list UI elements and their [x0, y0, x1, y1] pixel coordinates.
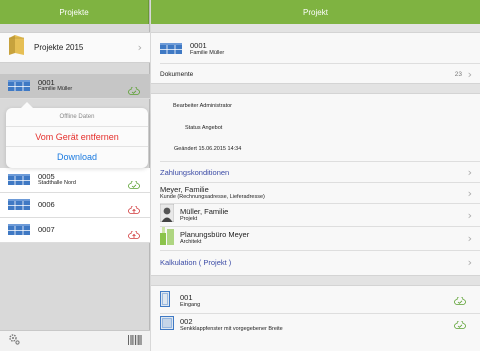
popover-title: Offline Daten — [59, 114, 95, 120]
building-icon — [8, 173, 30, 187]
position-name: Senkklappfenster mit vorgegebener Breite — [180, 326, 283, 333]
chevron-right-icon: › — [467, 165, 472, 179]
position-row[interactable]: 001 Eingang — [151, 290, 480, 312]
projects-pane: Projekte Projekte 2015 › 0001 Familie Mü… — [0, 0, 150, 351]
folder-label: Projekte 2015 — [34, 43, 84, 52]
projects-title: Projekte — [59, 7, 89, 17]
project-name: Familie Müller — [190, 50, 225, 57]
building-icon — [160, 42, 182, 56]
position-number: 002 — [180, 316, 193, 326]
project-detail-pane: Projekt 0001 Familie Müller Dokumente 23… — [151, 0, 480, 351]
chevron-right-icon: › — [467, 255, 472, 269]
changed-info: Geändert 15.06.2015 14:34 — [174, 146, 242, 152]
chevron-right-icon: › — [467, 208, 472, 222]
position-number: 001 — [180, 292, 193, 302]
chevron-right-icon: › — [467, 231, 472, 245]
project-info-section: Bearbeiter Administrator Status Angebot … — [151, 93, 480, 276]
remove-from-device-button[interactable]: Vom Gerät entfernen — [6, 126, 148, 146]
project-row[interactable]: 0005 Stadthalle Nord — [0, 168, 150, 193]
status-info: Status Angebot — [185, 125, 223, 131]
calculation-row[interactable]: Kalkulation ( Projekt ) › — [151, 251, 480, 273]
contact-role: Projekt — [180, 216, 198, 223]
building-icon — [8, 198, 30, 212]
project-header-section: 0001 Familie Müller Dokumente 23 › — [151, 32, 480, 84]
project-number: 0007 — [38, 225, 55, 235]
positions-section: 001 Eingang 002 Senkklappfenster mit vor… — [151, 285, 480, 351]
project-row[interactable]: 0001 Familie Müller — [0, 74, 150, 99]
person-avatar-icon — [159, 203, 175, 227]
bottom-toolbar — [0, 330, 150, 351]
project-row[interactable]: 0007 — [0, 218, 150, 243]
chevron-right-icon: › — [137, 41, 142, 54]
barcode-icon[interactable] — [128, 332, 142, 350]
building-icon — [8, 223, 30, 237]
documents-row[interactable]: Dokumente 23 › — [151, 64, 480, 84]
project-header: 0001 Familie Müller — [151, 39, 480, 59]
offline-data-popover: Offline Daten Vom Gerät entfernen Downlo… — [6, 102, 148, 168]
building-icon — [8, 79, 30, 93]
contact-row[interactable]: Meyer, Familie Kunde (Rechnungsadresse, … — [151, 183, 480, 203]
projects-navbar: Projekte — [0, 0, 149, 24]
door-icon — [160, 290, 170, 312]
project-number: 0001 — [190, 40, 207, 50]
contact-row[interactable]: Müller, Familie Projekt › — [151, 203, 480, 227]
editor-info: Bearbeiter Administrator — [173, 103, 232, 109]
documents-count: 23 — [454, 70, 462, 78]
contact-row[interactable]: Planungsbüro Meyer Architekt › — [151, 226, 480, 250]
cloud-check-icon[interactable] — [454, 316, 466, 334]
contact-role: Kunde (Rechnungsadresse, Lieferadresse) — [160, 194, 265, 201]
project-row[interactable]: 0006 — [0, 193, 150, 218]
project-title: Projekt — [303, 7, 328, 17]
project-number: 0006 — [38, 200, 55, 210]
cloud-check-icon[interactable] — [128, 82, 140, 95]
contact-name: Meyer, Familie — [160, 184, 209, 194]
contact-role: Architekt — [180, 239, 202, 246]
chevron-right-icon: › — [467, 67, 472, 81]
contact-name: Planungsbüro Meyer — [180, 229, 250, 239]
project-navbar: Projekt — [151, 0, 480, 24]
window-icon — [160, 315, 174, 335]
project-name: Familie Müller — [38, 86, 73, 93]
documents-label: Dokumente — [160, 70, 194, 78]
contact-name: Müller, Familie — [180, 206, 229, 216]
cloud-upload-icon[interactable] — [128, 201, 140, 214]
company-building-icon — [160, 226, 174, 250]
chevron-right-icon: › — [467, 186, 472, 200]
position-row[interactable]: 002 Senkklappfenster mit vorgegebener Br… — [151, 314, 480, 336]
project-name: Stadthalle Nord — [38, 180, 76, 187]
calculation-link[interactable]: Kalkulation ( Projekt ) — [160, 258, 231, 267]
settings-icon[interactable] — [8, 332, 20, 350]
position-name: Eingang — [180, 302, 201, 309]
cloud-check-icon[interactable] — [454, 292, 466, 310]
cloud-check-icon[interactable] — [128, 176, 140, 189]
download-button[interactable]: Download — [6, 146, 148, 166]
folder-icon — [8, 34, 26, 61]
popover-arrow — [20, 102, 34, 109]
payment-terms-link[interactable]: Zahlungskonditionen — [160, 168, 229, 177]
payment-terms-row[interactable]: Zahlungskonditionen › — [151, 162, 480, 182]
folder-row[interactable]: Projekte 2015 › — [0, 32, 150, 63]
cloud-upload-icon[interactable] — [128, 226, 140, 239]
